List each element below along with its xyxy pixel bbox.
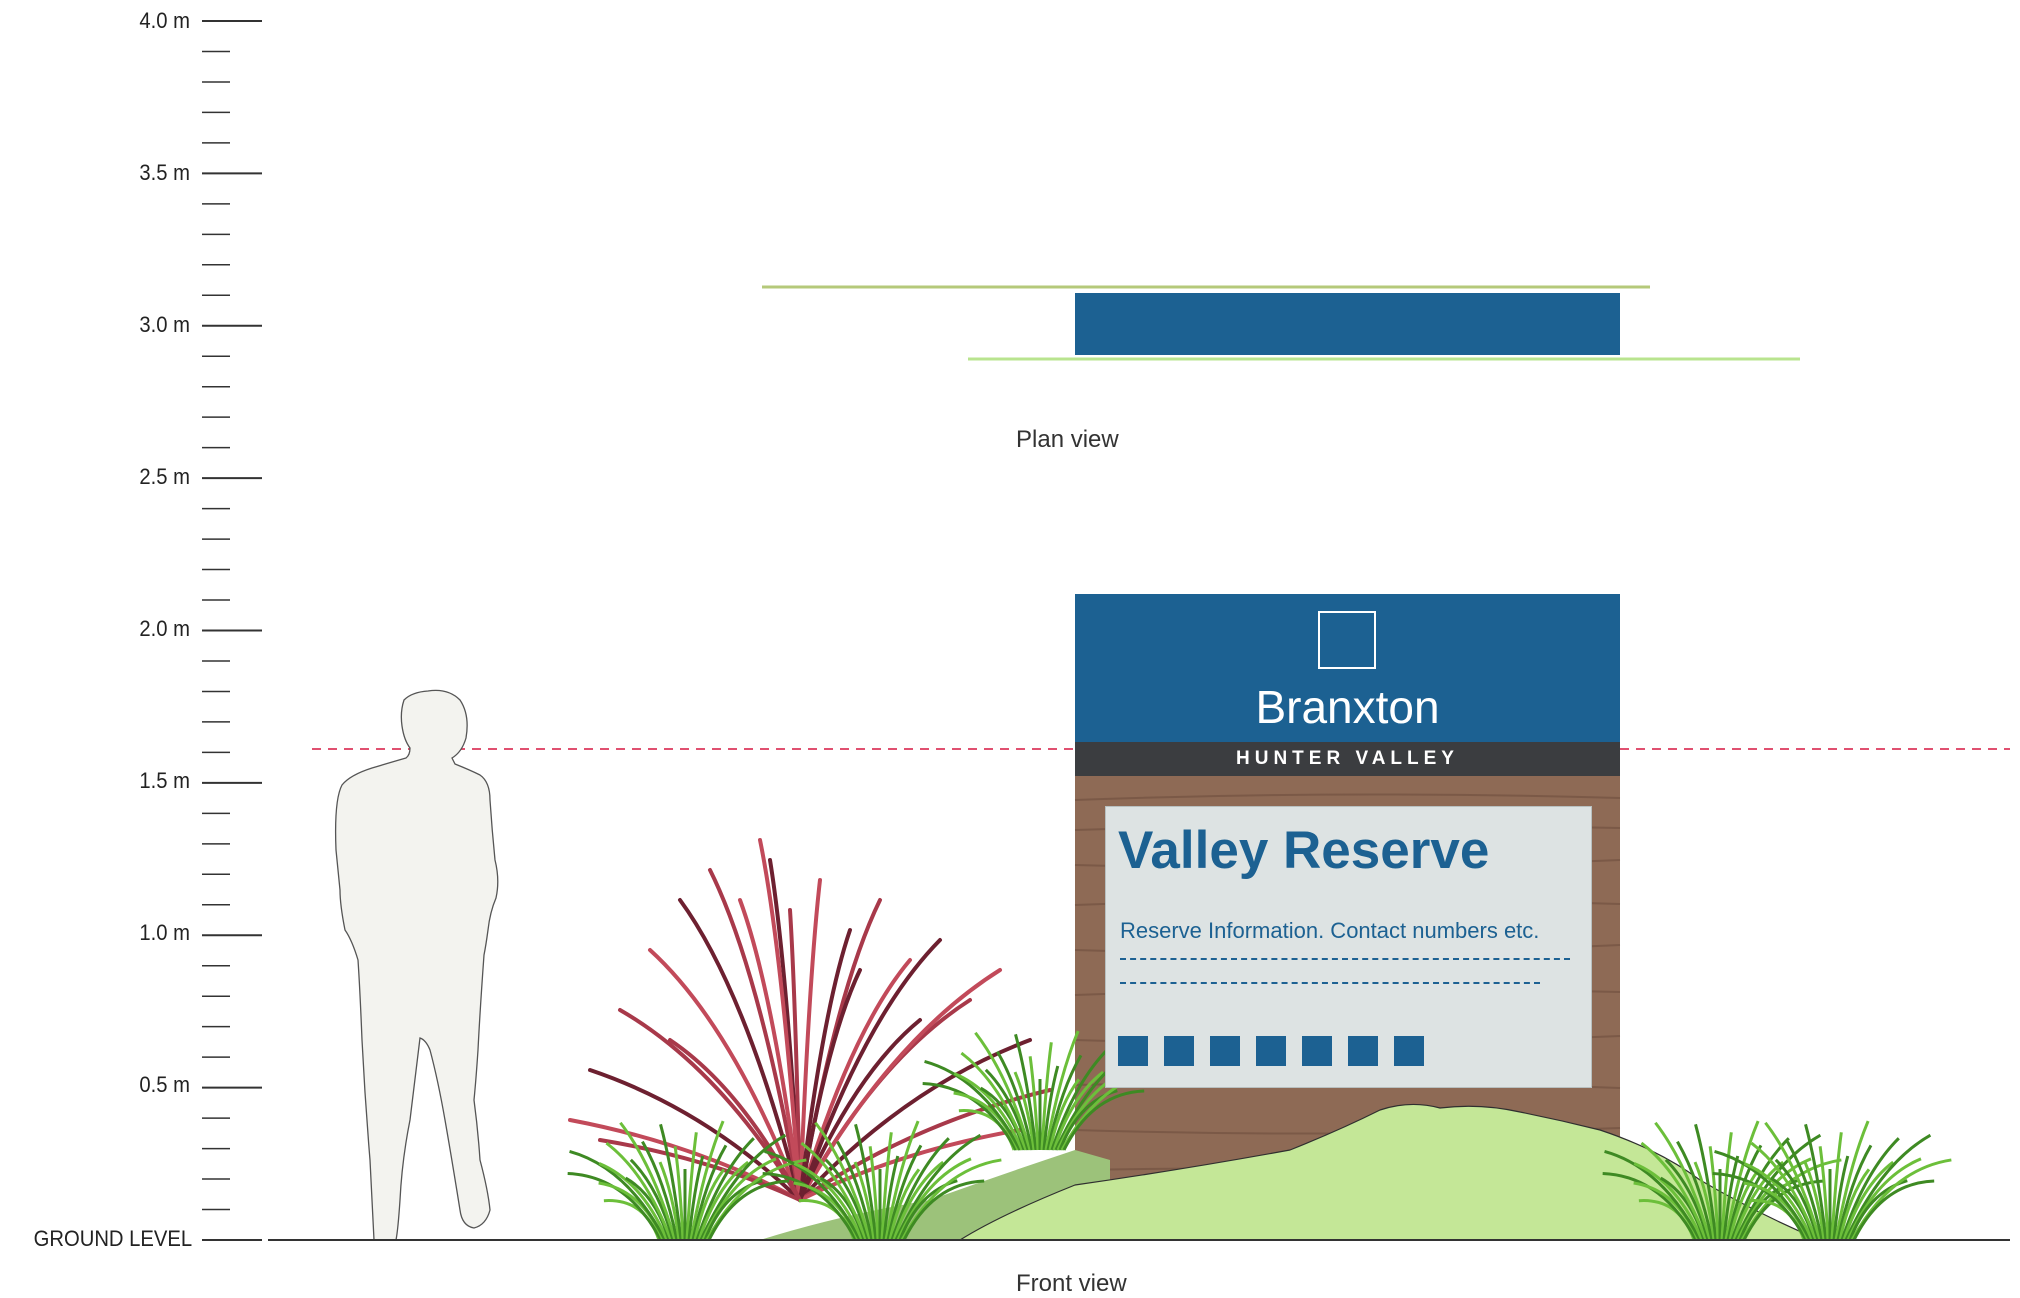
height-scale [202,20,262,1241]
scale-label-3m: 3.0 m [139,312,190,337]
sign-region-band: HUNTER VALLEY [1075,742,1620,776]
drawing-canvas [202,20,2010,1241]
sign-icon-square [1302,1036,1332,1066]
grass-blade [567,1171,663,1241]
council-logo-frame [1318,611,1376,669]
scale-label-2-5m: 2.5 m [139,464,190,489]
sign-dashed-line-1 [1120,958,1570,960]
sign-icon-square [1348,1036,1378,1066]
sign-town-name: Branxton [1255,681,1440,733]
flax-plant [568,838,1052,1202]
scale-label-1-5m: 1.5 m [139,768,190,793]
sign-icon-square [1256,1036,1286,1066]
scale-label-1m: 1.0 m [139,920,190,945]
sign-dashed-line-2 [1120,982,1540,984]
scale-label-ground-level: GROUND LEVEL [33,1226,193,1251]
sign-icon-square [1164,1036,1194,1066]
human-silhouette [334,689,499,1241]
sign-icon-square [1118,1036,1148,1066]
scale-label-0-5m: 0.5 m [139,1072,190,1097]
sign-icon-square [1394,1036,1424,1066]
front-view-label: Front view [1016,1270,1127,1297]
sign-icon-square [1210,1036,1240,1066]
scale-label-3-5m: 3.5 m [139,160,190,185]
sign-elevation-drawing: 4.0 m 3.5 m 3.0 m 2.5 m 2.0 m 1.5 m 1.0 … [0,0,2020,1297]
plan-view-drawing [762,285,1800,361]
sign-reserve-info: Reserve Information. Contact numbers etc… [1120,918,1540,943]
plan-view-label: Plan view [1016,426,1119,453]
sign-reserve-title: Valley Reserve [1118,821,1490,880]
scale-label-2m: 2.0 m [139,616,190,641]
scale-label-4m: 4.0 m [139,8,190,33]
